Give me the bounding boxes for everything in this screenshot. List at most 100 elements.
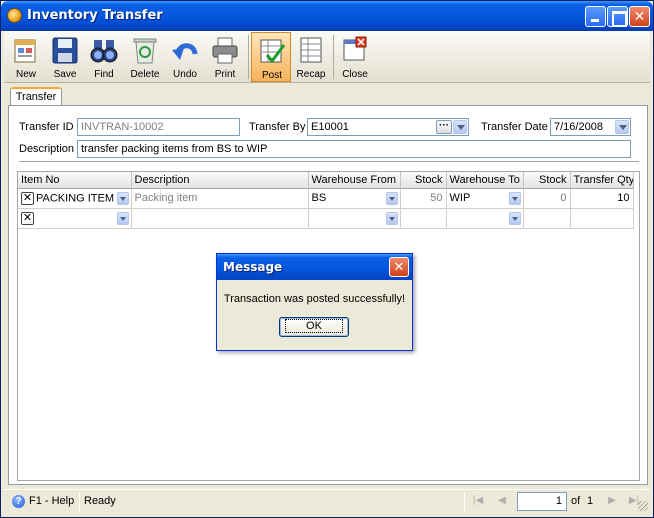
transfer-date-label: Transfer Date: [481, 121, 548, 133]
page-number-input[interactable]: 1: [517, 492, 567, 511]
recap-sheet-icon: [300, 37, 322, 63]
status-separator: [464, 492, 465, 511]
toolbar-separator: [333, 35, 334, 79]
delete-button[interactable]: Delete: [125, 32, 165, 82]
col-stock-to[interactable]: Stock: [523, 172, 571, 189]
cell-description[interactable]: Packing item: [131, 188, 309, 209]
dialog-title[interactable]: Message: [217, 254, 412, 280]
transfer-date-value: 7/16/2008: [554, 121, 603, 133]
chevron-down-icon[interactable]: [508, 191, 521, 205]
chevron-down-icon[interactable]: [385, 191, 398, 205]
post-check-icon: [260, 39, 286, 64]
close-icon: ✕: [393, 259, 405, 274]
cell-stock-to: [523, 208, 571, 229]
col-warehouse-from[interactable]: Warehouse From: [308, 172, 401, 189]
print-button[interactable]: Print: [205, 32, 245, 82]
cell-warehouse-from[interactable]: BS: [308, 188, 401, 209]
transfer-id-field[interactable]: INVTRAN-10002: [77, 118, 240, 136]
dialog-message: Transaction was posted successfully!: [223, 293, 406, 305]
transfer-by-label: Transfer By: [249, 121, 306, 133]
warehouse-to-value: WIP: [449, 192, 471, 204]
lookup-button[interactable]: ···: [436, 120, 452, 134]
close-window-icon: [343, 36, 367, 61]
cell-description[interactable]: [131, 208, 309, 229]
binoculars-icon: [90, 40, 118, 63]
chevron-down-icon[interactable]: [385, 211, 398, 225]
cell-stock-from: [400, 208, 447, 229]
page-total: 1: [587, 495, 594, 507]
save-button[interactable]: Save: [45, 32, 85, 82]
floppy-disk-icon: [52, 37, 78, 64]
delete-row-icon[interactable]: ✕: [21, 191, 34, 205]
chevron-down-icon[interactable]: [116, 191, 129, 205]
inventory-transfer-window: Inventory Transfer ✕ New Save Find Delet…: [0, 0, 654, 518]
message-dialog: Message ✕ Transaction was posted success…: [216, 253, 413, 351]
first-page-icon[interactable]: |◀: [472, 495, 484, 507]
tab-transfer[interactable]: Transfer: [10, 87, 62, 106]
dialog-close-button[interactable]: ✕: [389, 257, 409, 277]
cell-transfer-qty[interactable]: 10: [570, 188, 634, 209]
description-label: Description: [19, 143, 75, 155]
chevron-down-icon[interactable]: [453, 120, 467, 134]
chevron-down-icon[interactable]: [508, 211, 521, 225]
ok-label: OK: [285, 319, 343, 333]
ok-button[interactable]: OK: [279, 317, 349, 337]
printer-icon: [212, 37, 238, 64]
undo-button[interactable]: Undo: [165, 32, 205, 82]
undo-arrow-icon: [172, 43, 198, 60]
title-bar[interactable]: Inventory Transfer ✕: [1, 1, 653, 31]
table-row: ✕ PACKING ITEM Packing item BS 50 WIP 0 …: [18, 188, 634, 209]
col-description[interactable]: Description: [131, 172, 309, 189]
help-icon: ?: [12, 495, 25, 508]
cell-transfer-qty[interactable]: [570, 208, 634, 229]
tab-bar: Transfer: [4, 87, 650, 106]
recycle-bin-icon: [133, 38, 157, 64]
transfer-date-field[interactable]: 7/16/2008: [550, 118, 631, 136]
grid-header-row: Item No Description Warehouse From Stock…: [18, 172, 634, 189]
status-bar: ? F1 - Help Ready |◀ ◀ 1 of 1 ▶ ▶|: [4, 489, 650, 513]
close-button[interactable]: Close: [335, 32, 375, 82]
post-button[interactable]: Post: [251, 32, 291, 82]
chevron-down-icon[interactable]: [615, 120, 629, 134]
recap-button[interactable]: Recap: [291, 32, 331, 82]
app-icon: [7, 8, 22, 23]
resize-grip-icon[interactable]: [638, 501, 648, 511]
col-item-no[interactable]: Item No: [18, 172, 132, 189]
cell-stock-to: 0: [523, 188, 571, 209]
status-text: Ready: [84, 495, 116, 507]
delete-row-icon[interactable]: ✕: [21, 211, 34, 225]
next-page-icon[interactable]: ▶: [606, 495, 618, 507]
cell-warehouse-to[interactable]: WIP: [446, 188, 524, 209]
chevron-down-icon[interactable]: [116, 211, 129, 225]
transfer-by-field[interactable]: E10001 ···: [307, 118, 469, 136]
cell-item-no[interactable]: ✕ PACKING ITEM: [18, 188, 132, 209]
warehouse-from-value: BS: [311, 192, 327, 204]
cell-warehouse-to[interactable]: [446, 208, 524, 229]
previous-page-icon[interactable]: ◀: [496, 495, 508, 507]
new-button[interactable]: New: [6, 32, 46, 82]
window-title: Inventory Transfer: [27, 8, 163, 23]
of-label: of: [571, 495, 581, 507]
new-document-icon: [14, 39, 36, 63]
minimize-button[interactable]: [585, 6, 606, 27]
cell-warehouse-from[interactable]: [308, 208, 401, 229]
close-icon: ✕: [633, 8, 646, 24]
item-no-value: PACKING ITEM: [36, 191, 115, 204]
cell-item-no[interactable]: ✕: [18, 208, 132, 229]
col-warehouse-to[interactable]: Warehouse To: [446, 172, 524, 189]
transfer-by-value: E10001: [311, 121, 349, 133]
help-hint: F1 - Help: [29, 495, 75, 507]
toolbar: New Save Find Delete Undo Print Post Rec…: [4, 31, 650, 83]
table-row: ✕: [18, 208, 634, 229]
status-separator: [79, 492, 80, 511]
find-button[interactable]: Find: [84, 32, 124, 82]
close-window-button[interactable]: ✕: [629, 6, 650, 27]
col-transfer-qty[interactable]: Transfer Qty: [570, 172, 634, 189]
col-stock-from[interactable]: Stock: [400, 172, 447, 189]
cell-stock-from: 50: [400, 188, 447, 209]
toolbar-separator: [248, 35, 249, 79]
divider: [19, 161, 639, 163]
transfer-id-label: Transfer ID: [19, 121, 74, 133]
description-field[interactable]: transfer packing items from BS to WIP: [77, 140, 631, 158]
maximize-button[interactable]: [607, 6, 628, 27]
